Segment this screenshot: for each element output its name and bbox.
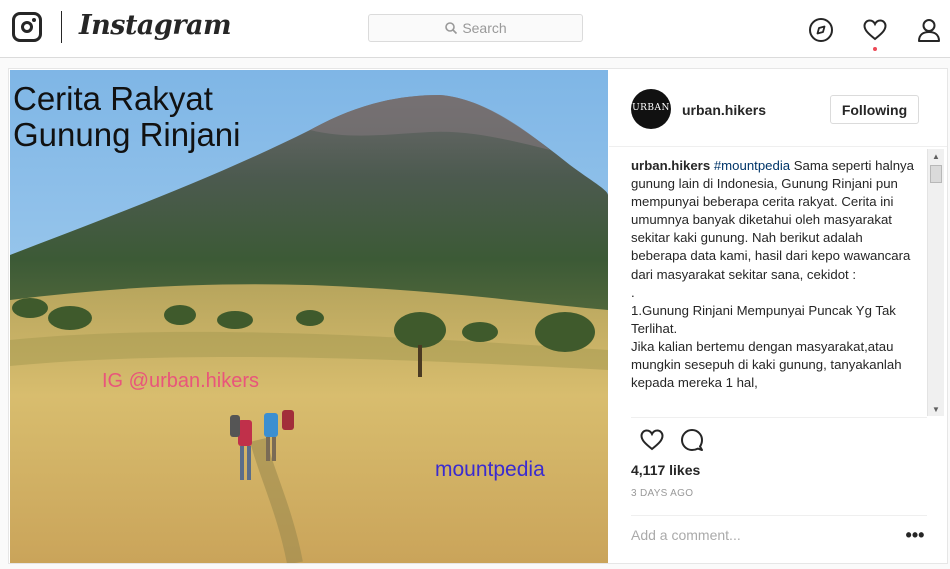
instagram-logo-icon[interactable]	[12, 12, 42, 42]
heart-icon[interactable]	[862, 17, 888, 43]
caption-scrollbar[interactable]: ▲ ▼	[927, 149, 944, 416]
following-button[interactable]: Following	[830, 95, 919, 124]
search-placeholder: Search	[462, 20, 507, 36]
photo-watermark-text: mountpedia	[435, 458, 545, 481]
more-options-icon[interactable]: •••	[905, 525, 925, 545]
caption-scroll-area[interactable]: urban.hikers #mountpedia Sama seperti ha…	[631, 157, 919, 415]
logo-divider	[61, 11, 62, 43]
photo-title-line-2: Gunung Rinjani	[13, 116, 241, 153]
search-input[interactable]: Search	[368, 14, 583, 42]
caption-username-link[interactable]: urban.hikers	[631, 158, 710, 173]
likes-count[interactable]: 4,117 likes	[631, 462, 700, 478]
post-sidebar: URBAN urban.hikers Following urban.hiker…	[609, 69, 947, 563]
scroll-up-arrow-icon[interactable]: ▲	[928, 149, 944, 163]
post-username-link[interactable]: urban.hikers	[682, 102, 766, 118]
search-icon	[445, 22, 458, 35]
photo-overlay-title: Cerita Rakyat Gunung Rinjani	[13, 81, 241, 153]
caption-text: Sama seperti halnya gunung lain di Indon…	[631, 158, 914, 391]
photo-title-line-1: Cerita Rakyat	[13, 80, 213, 117]
add-comment-input[interactable]	[631, 524, 891, 546]
scroll-down-arrow-icon[interactable]: ▼	[928, 402, 944, 416]
post-caption: urban.hikers #mountpedia Sama seperti ha…	[631, 157, 919, 392]
notification-dot	[873, 47, 877, 51]
divider	[631, 515, 927, 516]
avatar[interactable]: URBAN	[631, 89, 671, 129]
post-card: Cerita Rakyat Gunung Rinjani IG @urban.h…	[8, 68, 948, 564]
post-photo[interactable]: Cerita Rakyat Gunung Rinjani IG @urban.h…	[10, 70, 608, 563]
scrollbar-thumb[interactable]	[930, 165, 942, 183]
top-navigation-bar: Instagram Search	[0, 0, 950, 58]
profile-icon[interactable]	[916, 17, 942, 43]
compass-icon[interactable]	[808, 17, 834, 43]
post-header: URBAN urban.hikers Following	[609, 69, 947, 147]
avatar-logo-text: URBAN	[632, 103, 670, 113]
post-timestamp[interactable]: 3 DAYS AGO	[631, 488, 693, 499]
caption-hashtag-link[interactable]: #mountpedia	[714, 158, 790, 173]
divider	[631, 417, 927, 418]
comment-bubble-icon[interactable]	[679, 427, 705, 453]
photo-ig-handle-text: IG @urban.hikers	[102, 370, 260, 392]
like-heart-icon[interactable]	[639, 427, 665, 453]
instagram-wordmark[interactable]: Instagram	[79, 10, 232, 41]
